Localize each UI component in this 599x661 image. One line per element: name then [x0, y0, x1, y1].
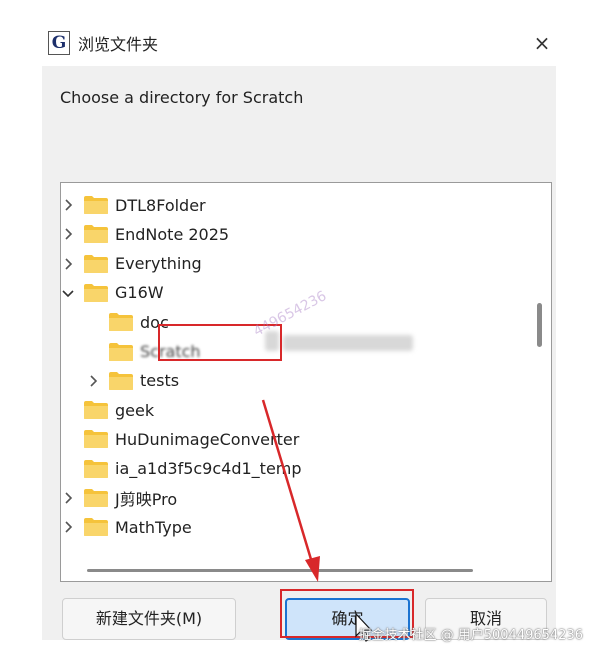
tree-item-endnote-2025[interactable]: EndNote 2025: [61, 220, 230, 248]
tree-item-label: tests: [140, 371, 180, 391]
folder-icon: [83, 459, 109, 479]
chevron-right-icon[interactable]: [61, 255, 77, 273]
folder-icon: [83, 488, 109, 508]
folder-tree[interactable]: DTL8Folder EndNote 2025 Everything G16W doc S…: [60, 182, 552, 582]
folder-icon: [83, 224, 109, 244]
tree-item-g16w[interactable]: G16W: [61, 279, 164, 307]
browse-folder-dialog: G 浏览文件夹 × Choose a directory for Scratch…: [42, 22, 556, 640]
folder-icon: [83, 283, 109, 303]
tree-item-label: DTL8Folder: [115, 195, 206, 215]
new-folder-button[interactable]: 新建文件夹(M): [62, 598, 236, 640]
tree-item-label: Everything: [115, 254, 202, 274]
tree-item-everything[interactable]: Everything: [61, 250, 202, 278]
tree-item-label: MathType: [115, 517, 192, 537]
tree-item-label: EndNote 2025: [115, 224, 230, 244]
folder-icon: [83, 517, 109, 537]
chevron-right-icon[interactable]: [61, 225, 77, 243]
tree-item-label: HuDunimageConverter: [115, 429, 300, 449]
tree-item-geek[interactable]: geek: [61, 396, 155, 424]
chevron-right-icon[interactable]: [61, 518, 77, 536]
tree-item-label: G16W: [115, 283, 164, 303]
tree-item-label: J剪映Pro: [115, 490, 178, 509]
title-bar: G 浏览文件夹 ×: [42, 22, 556, 66]
chevron-right-icon[interactable]: [84, 372, 102, 390]
close-button[interactable]: ×: [530, 30, 554, 56]
tree-item-label: geek: [115, 400, 155, 420]
horizontal-scrollbar[interactable]: [87, 569, 473, 572]
folder-icon: [83, 429, 109, 449]
tree-item-hudunimageconverter[interactable]: HuDunimageConverter: [61, 425, 300, 453]
tree-item-tests[interactable]: tests: [84, 367, 179, 395]
tree-item-dtl8folder[interactable]: DTL8Folder: [61, 191, 206, 219]
vertical-scrollbar[interactable]: [537, 303, 542, 347]
folder-icon: [83, 400, 109, 420]
chevron-right-icon[interactable]: [61, 196, 77, 214]
chevron-right-icon[interactable]: [61, 489, 77, 507]
tree-item-ia-a1d3f5c9c4d1-temp[interactable]: ia_a1d3f5c9c4d1_temp: [61, 455, 302, 483]
folder-icon: [83, 254, 109, 274]
prompt-text: Choose a directory for Scratch: [60, 88, 304, 107]
tree-item-label: ia_a1d3f5c9c4d1_temp: [115, 459, 302, 479]
tree-item-mathtype[interactable]: MathType: [61, 513, 192, 541]
blurred-path-text: [283, 335, 413, 351]
watermark-text: 掘金技术社区 @ 用户500449654236: [358, 628, 583, 643]
app-icon: G: [48, 31, 70, 55]
folder-icon: [108, 342, 134, 362]
folder-icon: [108, 312, 134, 332]
chevron-down-icon[interactable]: [61, 284, 77, 302]
tree-item-doc[interactable]: doc: [84, 308, 169, 336]
folder-icon: [83, 195, 109, 215]
folder-icon: [108, 371, 134, 391]
tree-item-j-pro[interactable]: J剪映Pro: [61, 484, 178, 512]
window-title: 浏览文件夹: [78, 35, 159, 54]
